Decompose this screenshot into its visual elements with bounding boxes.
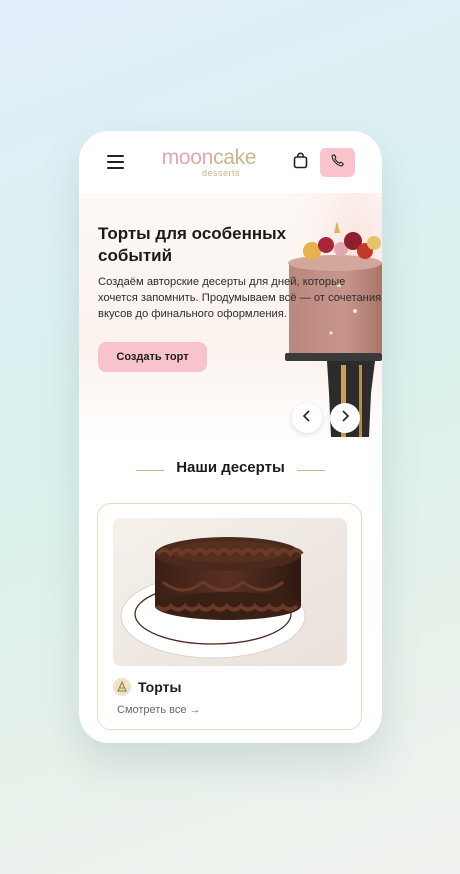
slider-next-button[interactable]	[330, 403, 360, 433]
slider-prev-button[interactable]	[292, 403, 322, 433]
logo-wordmark: mooncake	[161, 146, 257, 169]
chevron-left-icon	[302, 409, 312, 427]
hero-banner: Торты для особенных событий Создаём авто…	[79, 193, 382, 443]
create-cake-button[interactable]: Создать торт	[98, 342, 207, 372]
site-header: mooncake desserts	[79, 131, 382, 193]
section-title: Наши десерты	[176, 459, 285, 476]
cake-icon	[113, 678, 131, 696]
phone-icon	[330, 153, 345, 173]
chocolate-cake-image	[113, 518, 347, 666]
hero-title: Торты для особенных событий	[98, 224, 287, 265]
burger-menu-icon[interactable]	[107, 155, 124, 169]
category-card-cakes[interactable]: Торты Смотреть все →	[97, 503, 362, 730]
brand-logo[interactable]: mooncake desserts	[153, 146, 265, 178]
chevron-right-icon	[340, 409, 350, 427]
heading-divider-right	[297, 470, 325, 471]
shopping-bag-icon[interactable]	[292, 152, 309, 169]
view-all-link[interactable]: Смотреть все →	[117, 703, 201, 717]
phone-screen: mooncake desserts Торты для особенных со…	[79, 131, 382, 743]
card-title: Торты	[138, 679, 182, 695]
call-button[interactable]	[320, 148, 355, 177]
hero-description: Создаём авторские десерты для дней, кото…	[98, 276, 382, 320]
desserts-section-heading: Наши десерты	[79, 456, 382, 480]
logo-tagline: desserts	[201, 168, 240, 178]
